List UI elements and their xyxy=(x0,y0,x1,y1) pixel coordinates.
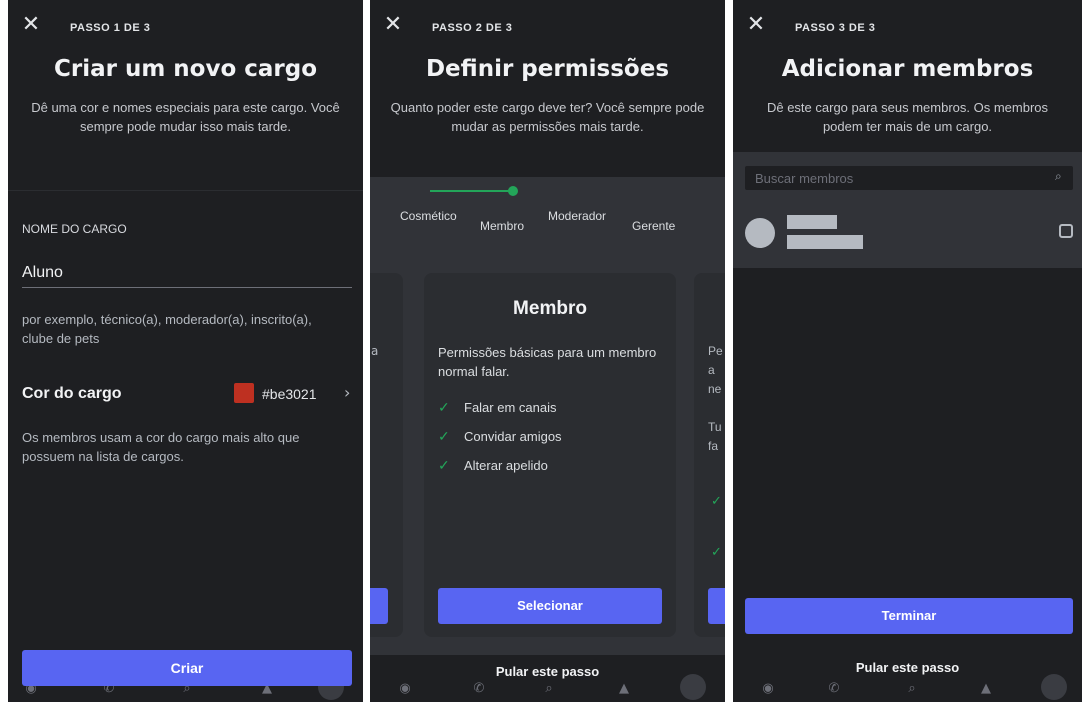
skip-step-link[interactable]: Pular este passo xyxy=(370,664,725,679)
avatar xyxy=(745,218,775,248)
card-previous-text: a xyxy=(371,344,379,358)
finish-button[interactable]: Terminar xyxy=(745,598,1073,634)
permission-item: ✓ Alterar apelido xyxy=(438,457,548,477)
step-2-panel: ✕ PASSO 2 DE 3 Definir permissões Quanto… xyxy=(370,0,725,702)
card-next-text: Pe a ne Tu fa xyxy=(708,344,723,453)
close-icon[interactable]: ✕ xyxy=(382,14,404,36)
page-title: Adicionar membros xyxy=(781,56,1034,82)
permission-label: Convidar amigos xyxy=(464,429,562,444)
divider xyxy=(8,190,363,191)
permission-label: Alterar apelido xyxy=(464,458,548,473)
role-name-input[interactable] xyxy=(22,258,352,288)
search-icon[interactable]: ⌕ xyxy=(540,682,558,696)
tier-cosmetic[interactable]: Cosmético xyxy=(400,208,457,224)
tier-member[interactable]: Membro xyxy=(480,218,524,234)
step-1-panel: ✕ PASSO 1 DE 3 Criar um novo cargo Dê um… xyxy=(8,0,363,702)
phone-icon[interactable]: ✆ xyxy=(470,682,488,696)
bell-icon[interactable]: ▲ xyxy=(615,682,633,696)
select-button[interactable]: Selecionar xyxy=(438,588,662,624)
tier-moderator[interactable]: Moderador xyxy=(548,208,608,224)
search-members-input[interactable] xyxy=(745,166,1073,190)
role-color-label: Cor do cargo xyxy=(22,385,122,402)
search-icon: ⌕ xyxy=(1055,169,1062,183)
member-tag-redacted xyxy=(787,235,863,249)
role-color-hex: #be3021 xyxy=(262,386,317,402)
check-icon: ✓ xyxy=(711,494,722,509)
card-title: Membro xyxy=(513,298,587,319)
step-indicator: PASSO 2 DE 3 xyxy=(432,22,513,34)
bell-icon[interactable]: ▲ xyxy=(977,682,995,696)
role-color-swatch xyxy=(234,383,254,403)
step-indicator: PASSO 1 DE 3 xyxy=(70,22,151,34)
page-subtitle: Dê este cargo para seus membros. Os memb… xyxy=(766,100,1049,134)
skip-step-link[interactable]: Pular este passo xyxy=(733,660,1082,675)
page-subtitle: Dê uma cor e nomes especiais para este c… xyxy=(31,100,340,134)
role-name-hint: por exemplo, técnico(a), moderador(a), i… xyxy=(22,312,312,346)
close-icon[interactable]: ✕ xyxy=(745,14,767,36)
phone-icon[interactable]: ✆ xyxy=(825,682,843,696)
chevron-right-icon: › xyxy=(344,383,351,402)
permission-card: Membro Permissões básicas para um membro… xyxy=(424,273,676,637)
step-indicator: PASSO 3 DE 3 xyxy=(795,22,876,34)
discord-icon[interactable]: ◉ xyxy=(396,682,414,696)
permission-item: ✓ Falar em canais xyxy=(438,399,556,419)
search-icon[interactable]: ⌕ xyxy=(903,682,921,696)
role-name-label: NOME DO CARGO xyxy=(22,222,127,236)
close-icon[interactable]: ✕ xyxy=(20,14,42,36)
member-name-redacted xyxy=(787,215,837,229)
create-button[interactable]: Criar xyxy=(22,650,352,686)
page-title: Definir permissões xyxy=(425,56,670,82)
tier-slider-handle[interactable] xyxy=(508,186,518,196)
tier-manager[interactable]: Gerente xyxy=(632,218,675,234)
bottom-nav: ◉ ✆ ⌕ ▲ xyxy=(733,672,1082,702)
permission-item: ✓ Convidar amigos xyxy=(438,428,562,448)
card-next-button[interactable] xyxy=(708,588,725,624)
avatar[interactable] xyxy=(1041,674,1067,700)
page-title: Criar um novo cargo xyxy=(53,56,318,82)
check-icon: ✓ xyxy=(438,399,450,415)
role-color-description: Os membros usam a cor do cargo mais alto… xyxy=(22,430,300,464)
page-subtitle: Quanto poder este cargo deve ter? Você s… xyxy=(390,100,705,134)
tier-slider-track[interactable] xyxy=(430,190,510,192)
card-previous[interactable] xyxy=(370,273,403,637)
card-previous-button[interactable] xyxy=(370,588,388,624)
member-checkbox[interactable] xyxy=(1059,224,1073,238)
permission-label: Falar em canais xyxy=(464,400,557,415)
card-description: Permissões básicas para um membro normal… xyxy=(438,345,657,379)
check-icon: ✓ xyxy=(711,545,722,560)
check-icon: ✓ xyxy=(438,457,450,473)
step-3-panel: ✕ PASSO 3 DE 3 Adicionar membros Dê este… xyxy=(733,0,1082,702)
discord-icon[interactable]: ◉ xyxy=(759,682,777,696)
check-icon: ✓ xyxy=(438,428,450,444)
role-color-row[interactable]: Cor do cargo #be3021 › xyxy=(22,378,352,408)
